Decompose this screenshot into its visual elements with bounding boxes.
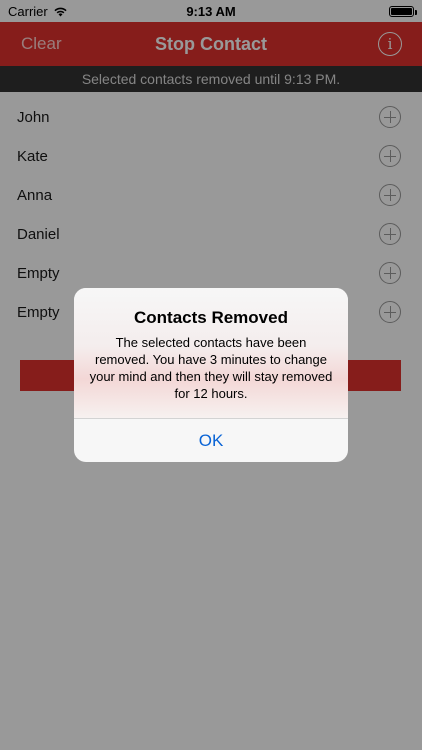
alert-title: Contacts Removed — [134, 308, 288, 327]
alert-message: The selected contacts have been removed.… — [89, 335, 333, 401]
ok-button[interactable]: OK — [74, 419, 348, 462]
alert-body: Contacts Removed The selected contacts h… — [74, 288, 348, 418]
alert-dialog: Contacts Removed The selected contacts h… — [74, 288, 348, 462]
app-screen: Carrier 9:13 AM Clear Stop Contact i Sel… — [0, 0, 422, 750]
